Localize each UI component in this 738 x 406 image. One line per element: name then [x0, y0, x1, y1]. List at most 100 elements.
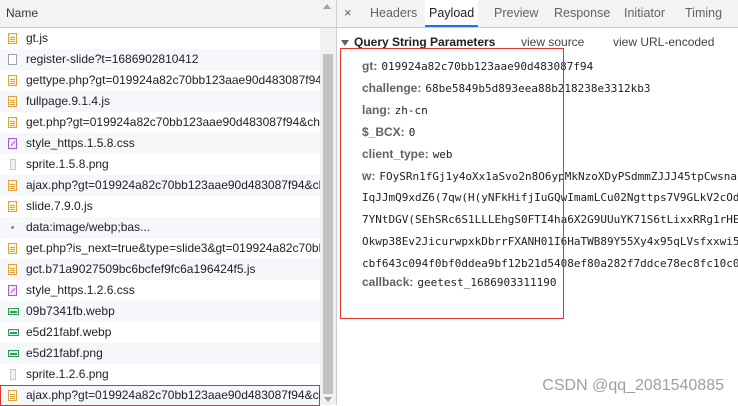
- request-row[interactable]: e5d21fabf.png: [0, 343, 320, 364]
- param-callback: callback: geetest_1686903311190: [362, 274, 556, 290]
- param-key: $_BCX:: [362, 125, 405, 139]
- param-key: client_type:: [362, 147, 429, 161]
- param-key: challenge:: [362, 81, 422, 95]
- section-title: Query String Parameters: [354, 35, 496, 49]
- request-name: gt.js: [26, 31, 49, 45]
- js-file-icon: [8, 390, 17, 401]
- request-name: ajax.php?gt=019924a82c70bb123aae90d48308…: [26, 388, 320, 402]
- param-w-continuation: Okwp38Ev2JicurwpxkDbrrFXANH01I6HaTWB89Y5…: [362, 235, 738, 248]
- name-column-label: Name: [6, 6, 39, 20]
- param-key: gt:: [362, 59, 378, 73]
- detail-tab-bar: × Headers Payload Preview Response Initi…: [337, 0, 738, 28]
- request-name: register-slide?t=1686902810412: [26, 52, 199, 66]
- png-file-icon: [10, 369, 16, 380]
- request-row[interactable]: gct.b71a9027509bc6bcfef9fc6a196424f5.js: [0, 259, 320, 280]
- request-row[interactable]: gt.js: [0, 28, 320, 49]
- js-file-icon: [8, 201, 17, 212]
- network-request-list: Name gt.js register-slide?t=1686902810412…: [0, 0, 337, 406]
- tab-timing[interactable]: Timing: [685, 0, 722, 27]
- tab-preview[interactable]: Preview: [494, 0, 538, 27]
- request-row[interactable]: sprite.1.2.6.png: [0, 364, 320, 385]
- param-key: lang:: [362, 103, 391, 117]
- request-name: e5d21fabf.webp: [26, 325, 112, 339]
- param-value: 019924a82c70bb123aae90d483087f94: [381, 60, 594, 73]
- request-name: gct.b71a9027509bc6bcfef9fc6a196424f5.js: [26, 262, 256, 276]
- request-name: ajax.php?gt=019924a82c70bb123aae90d48308…: [26, 178, 320, 192]
- tab-headers[interactable]: Headers: [370, 0, 417, 27]
- request-name: data:image/webp;bas...: [26, 220, 151, 234]
- request-row-selected[interactable]: ajax.php?gt=019924a82c70bb123aae90d48308…: [0, 385, 320, 406]
- request-row[interactable]: data:image/webp;bas...: [0, 217, 320, 238]
- request-name: sprite.1.5.8.png: [26, 157, 109, 171]
- param-bcx: $_BCX: 0: [362, 124, 415, 140]
- param-w-continuation: IqJJmQ9xdZ6(7qw(H(yNFkHifjIuGQwImamLCu02…: [362, 191, 738, 204]
- request-row[interactable]: get.php?gt=019924a82c70bb123aae90d483087…: [0, 112, 320, 133]
- request-row[interactable]: ajax.php?gt=019924a82c70bb123aae90d48308…: [0, 175, 320, 196]
- view-url-encoded-link[interactable]: view URL-encoded: [613, 34, 714, 50]
- request-name: slide.7.9.0.js: [26, 199, 93, 213]
- request-name: style_https.1.5.8.css: [26, 136, 135, 150]
- css-file-icon: [8, 138, 17, 149]
- param-client-type: client_type: web: [362, 146, 453, 162]
- js-file-icon: [8, 264, 17, 275]
- js-file-icon: [8, 33, 17, 44]
- scroll-down-icon[interactable]: [324, 397, 332, 402]
- param-challenge: challenge: 68be5849b5d893eea88b218238e331…: [362, 80, 651, 96]
- request-row[interactable]: get.php?is_next=true&type=slide3&gt=0199…: [0, 238, 320, 259]
- scrollbar-thumb[interactable]: [323, 54, 333, 394]
- query-string-section-toggle[interactable]: Query String Parameters: [341, 34, 495, 50]
- tab-initiator[interactable]: Initiator: [624, 0, 665, 27]
- request-row[interactable]: register-slide?t=1686902810412: [0, 49, 320, 70]
- js-file-icon: [8, 75, 17, 86]
- request-name: get.php?is_next=true&type=slide3&gt=0199…: [26, 241, 320, 255]
- param-w-continuation: cbf643c094f0bf0ddea9bf12b21d5408ef80a282…: [362, 257, 738, 270]
- watermark: CSDN @qq_2081540885: [542, 377, 724, 394]
- param-value: 68be5849b5d893eea88b218238e3312kb3: [425, 82, 651, 95]
- request-row[interactable]: e5d21fabf.webp: [0, 322, 320, 343]
- js-file-icon: [8, 180, 17, 191]
- dot-file-icon: [11, 226, 14, 229]
- css-file-icon: [8, 285, 17, 296]
- request-detail-panel: × Headers Payload Preview Response Initi…: [337, 0, 738, 405]
- webp-file-icon: [8, 350, 19, 357]
- request-row[interactable]: 09b7341fb.webp: [0, 301, 320, 322]
- webp-file-icon: [8, 329, 19, 336]
- tab-response[interactable]: Response: [554, 0, 610, 27]
- param-value: zh-cn: [394, 104, 428, 117]
- request-row[interactable]: slide.7.9.0.js: [0, 196, 320, 217]
- view-source-link[interactable]: view source: [521, 34, 584, 50]
- request-name: style_https.1.2.6.css: [26, 283, 135, 297]
- request-name: sprite.1.2.6.png: [26, 367, 109, 381]
- request-name: fullpage.9.1.4.js: [26, 94, 111, 108]
- param-value: web: [432, 148, 453, 161]
- request-rows: gt.js register-slide?t=1686902810412 getty…: [0, 28, 320, 406]
- request-row[interactable]: style_https.1.2.6.css: [0, 280, 320, 301]
- name-column-header[interactable]: Name: [0, 0, 336, 28]
- expand-triangle-icon: [341, 39, 349, 46]
- request-name: get.php?gt=019924a82c70bb123aae90d483087…: [26, 115, 320, 129]
- js-file-icon: [8, 96, 17, 107]
- doc-file-icon: [8, 54, 17, 65]
- param-w-continuation: 7YNtDGV(SEhSRc6S1LLLEhgS0FTI4ha6X2G9UUuY…: [362, 213, 738, 226]
- list-scrollbar[interactable]: [320, 28, 336, 405]
- js-file-icon: [8, 117, 17, 128]
- scroll-up-icon[interactable]: [323, 4, 331, 9]
- param-value: 0: [408, 126, 416, 139]
- close-icon[interactable]: ×: [344, 5, 352, 20]
- param-key: w:: [362, 169, 376, 183]
- tab-payload[interactable]: Payload: [425, 0, 479, 27]
- request-row[interactable]: gettype.php?gt=019924a82c70bb123aae90d48…: [0, 70, 320, 91]
- webp-file-icon: [8, 308, 19, 315]
- param-gt: gt: 019924a82c70bb123aae90d483087f94: [362, 58, 593, 74]
- request-row[interactable]: fullpage.9.1.4.js: [0, 91, 320, 112]
- request-name: 09b7341fb.webp: [26, 304, 115, 318]
- param-lang: lang: zh-cn: [362, 102, 428, 118]
- png-file-icon: [10, 159, 16, 170]
- request-name: gettype.php?gt=019924a82c70bb123aae90d48…: [26, 73, 320, 87]
- js-file-icon: [8, 243, 17, 254]
- param-w: w: FOySRn1fGj1y4oXx1aSvo2n8O6ypMkNzoXDyPS…: [362, 168, 737, 184]
- request-row[interactable]: style_https.1.5.8.css: [0, 133, 320, 154]
- param-value: geetest_1686903311190: [417, 276, 557, 289]
- payload-content: Query String Parameters view source view…: [337, 28, 738, 405]
- request-row[interactable]: sprite.1.5.8.png: [0, 154, 320, 175]
